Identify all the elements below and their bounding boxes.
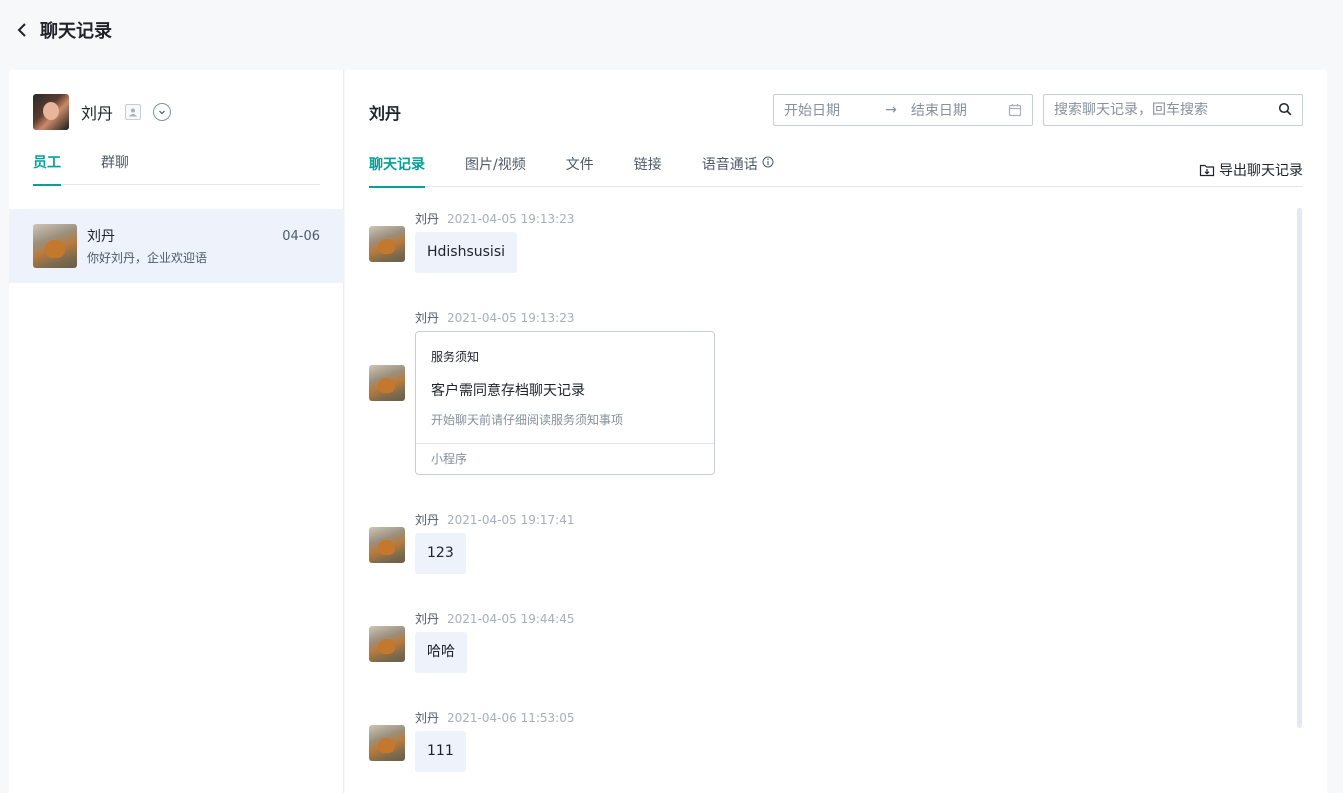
tab-employees[interactable]: 员工 xyxy=(33,152,61,186)
message-sender: 刘丹 xyxy=(415,212,440,226)
avatar xyxy=(369,626,405,662)
tab-label: 语音通话 xyxy=(701,157,758,173)
contact-name: 刘丹 xyxy=(87,229,115,245)
avatar xyxy=(33,224,77,268)
tab-label: 聊天记录 xyxy=(369,157,425,173)
chevron-down-icon[interactable] xyxy=(153,103,172,121)
person-icon xyxy=(125,104,142,120)
search-input[interactable] xyxy=(1054,102,1278,118)
message: 刘丹 2021-04-05 19:13:23 Hdishsusisi xyxy=(369,210,574,273)
info-icon[interactable] xyxy=(762,156,774,172)
tab-label: 图片/视频 xyxy=(465,157,526,173)
message-time: 2021-04-05 19:13:23 xyxy=(447,311,575,325)
date-range-picker[interactable]: 开始日期 → 结束日期 xyxy=(773,94,1033,126)
tab-images-videos[interactable]: 图片/视频 xyxy=(465,154,526,187)
tab-label: 文件 xyxy=(565,157,594,173)
tab-label: 链接 xyxy=(633,157,662,173)
card-description: 开始聊天前请仔细阅读服务须知事项 xyxy=(431,413,624,427)
message: 刘丹 2021-04-05 19:13:23 服务须知 客户需同意存档聊天记录 开… xyxy=(369,309,715,475)
message-sender: 刘丹 xyxy=(415,612,440,626)
message-time: 2021-04-05 19:17:41 xyxy=(447,513,575,527)
tab-group-chats[interactable]: 群聊 xyxy=(101,152,129,185)
end-date-field[interactable]: 结束日期 xyxy=(911,100,1008,120)
export-chat-button[interactable]: 导出聊天记录 xyxy=(1199,160,1303,180)
message-sender: 刘丹 xyxy=(415,711,440,725)
message-sender: 刘丹 xyxy=(415,513,440,527)
chat-panel: 刘丹 开始日期 → 结束日期 聊天记录 图片/视频 文件 链接 语音通话 xyxy=(345,70,1327,793)
tab-chat-records[interactable]: 聊天记录 xyxy=(369,154,425,188)
page-title: 聊天记录 xyxy=(40,21,112,42)
top-bar: 聊天记录 xyxy=(0,0,1343,60)
contact-sidebar: 刘丹 员工 群聊 刘丹 04-06 你好刘丹，企业欢迎语 xyxy=(9,70,344,793)
download-folder-icon xyxy=(1199,164,1215,177)
message: 刘丹 2021-04-06 11:53:05 111 xyxy=(369,709,574,772)
message: 刘丹 2021-04-05 19:44:45 哈哈 xyxy=(369,610,574,673)
tab-links[interactable]: 链接 xyxy=(634,154,662,187)
start-date-field[interactable]: 开始日期 xyxy=(784,100,881,120)
message-bubble: Hdishsusisi xyxy=(415,232,518,273)
calendar-icon[interactable] xyxy=(1008,103,1022,117)
message-time: 2021-04-06 11:53:05 xyxy=(447,711,575,725)
scrollbar[interactable] xyxy=(1297,208,1302,728)
user-name: 刘丹 xyxy=(81,104,114,123)
tab-files[interactable]: 文件 xyxy=(566,154,594,187)
message-bubble: 哈哈 xyxy=(415,632,467,673)
current-user: 刘丹 xyxy=(33,94,172,130)
export-label: 导出聊天记录 xyxy=(1219,163,1303,179)
contact-preview: 你好刘丹，企业欢迎语 xyxy=(87,251,208,265)
mini-program-card[interactable]: 服务须知 客户需同意存档聊天记录 开始聊天前请仔细阅读服务须知事项 小程序 xyxy=(415,331,715,475)
card-title: 客户需同意存档聊天记录 xyxy=(431,383,585,399)
avatar xyxy=(369,226,405,262)
message-time: 2021-04-05 19:13:23 xyxy=(447,212,575,226)
list-item[interactable]: 刘丹 04-06 你好刘丹，企业欢迎语 xyxy=(9,209,344,283)
chat-title: 刘丹 xyxy=(369,104,402,123)
card-footer: 小程序 xyxy=(416,443,714,474)
card-label: 服务须知 xyxy=(431,350,480,364)
back-button[interactable] xyxy=(12,20,32,40)
search-box xyxy=(1043,94,1303,126)
search-icon[interactable] xyxy=(1278,101,1292,120)
avatar xyxy=(369,725,405,761)
message-sender: 刘丹 xyxy=(415,311,440,325)
tab-voice-calls[interactable]: 语音通话 xyxy=(702,154,774,187)
chat-tabs: 聊天记录 图片/视频 文件 链接 语音通话 xyxy=(369,154,1303,188)
message-bubble: 123 xyxy=(415,533,466,574)
arrow-right-icon: → xyxy=(885,102,897,118)
sidebar-tabs: 员工 群聊 xyxy=(33,152,320,186)
avatar xyxy=(369,365,405,401)
avatar xyxy=(33,94,69,130)
message-time: 2021-04-05 19:44:45 xyxy=(447,612,575,626)
message-list: 刘丹 2021-04-05 19:13:23 Hdishsusisi 刘丹 2021… xyxy=(369,208,1289,793)
contact-date: 04-06 xyxy=(282,228,320,244)
chevron-left-icon xyxy=(17,23,26,37)
message: 刘丹 2021-04-05 19:17:41 123 xyxy=(369,511,574,574)
message-bubble: 111 xyxy=(415,731,466,772)
avatar xyxy=(369,527,405,563)
